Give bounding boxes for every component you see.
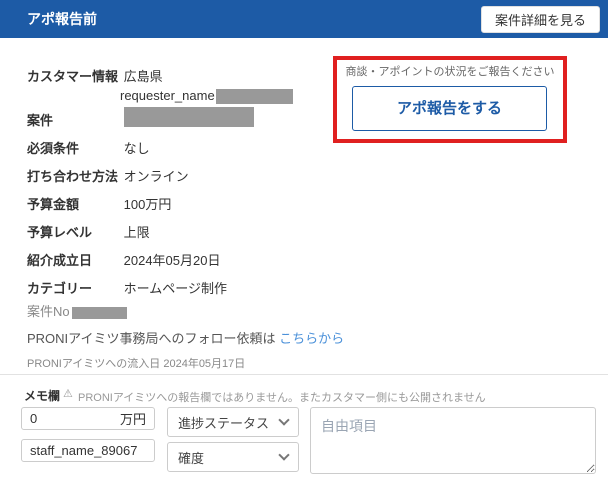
row-label: 案件 <box>27 113 54 128</box>
row-value: 100万円 <box>123 197 172 212</box>
confidence-select[interactable]: 確度 <box>167 442 299 472</box>
row-case-number: 案件No <box>27 301 127 320</box>
row-value: 上限 <box>123 225 150 240</box>
memo-notice-text: PRONIアイミツへの報告欄ではありません。またカスタマー側にも公開されません <box>78 392 486 404</box>
row-budget-amount: 予算金額 100万円 <box>27 194 171 213</box>
row-value: 広島県 <box>123 69 163 84</box>
staff-name-input[interactable] <box>22 440 154 461</box>
row-budget-level: 予算レベル 上限 <box>27 222 150 241</box>
row-customer-info: カスタマー情報 広島県 <box>27 66 163 85</box>
row-customer-name: requester_name <box>120 88 293 105</box>
row-value: オンライン <box>123 169 189 184</box>
memo-section-label: メモ欄 <box>24 389 61 403</box>
progress-status-select-label: 進捗ステータス <box>178 415 270 431</box>
row-label: カテゴリー <box>27 281 93 296</box>
follow-request-line: PRONIアイミツ事務局へのフォロー依頼は こちらから <box>27 328 344 347</box>
redaction-box <box>123 107 254 128</box>
row-label: 予算レベル <box>27 225 93 240</box>
amount-input[interactable] <box>30 411 120 426</box>
row-intro-date: 紹介成立日 2024年05月20日 <box>27 250 220 269</box>
section-divider <box>0 374 608 375</box>
row-label: 打ち合わせ方法 <box>27 169 119 184</box>
case-no-label: 案件No <box>27 304 70 319</box>
report-prompt-text: 商談・アポイントの状況をご報告ください <box>345 66 555 78</box>
row-category: カテゴリー ホームページ制作 <box>27 278 227 297</box>
requester-name-text: requester_name <box>120 88 215 103</box>
progress-status-select[interactable]: 進捗ステータス <box>167 407 299 437</box>
row-required-conditions: 必須条件 なし <box>27 138 150 157</box>
apo-report-button[interactable]: アポ報告をする <box>352 86 547 131</box>
free-text-area[interactable] <box>310 407 596 474</box>
row-value: ホームページ制作 <box>123 281 227 296</box>
amount-input-wrapper: 万円 <box>21 407 155 430</box>
follow-link[interactable]: こちらから <box>279 331 344 346</box>
redaction-box <box>71 306 127 319</box>
row-label: 紹介成立日 <box>27 253 93 268</box>
row-value: 2024年05月20日 <box>123 253 221 268</box>
case-detail-button[interactable]: 案件詳細を見る <box>480 6 600 33</box>
row-label: カスタマー情報 <box>27 69 119 84</box>
chevron-down-icon <box>278 449 290 461</box>
staff-name-input-wrapper <box>21 439 155 462</box>
row-label: 予算金額 <box>27 197 80 212</box>
confidence-select-label: 確度 <box>178 450 205 466</box>
chevron-down-icon <box>278 414 290 426</box>
amount-unit-label: 万円 <box>119 412 146 427</box>
row-meeting-method: 打ち合わせ方法 オンライン <box>27 166 189 185</box>
warning-icon: ⚠ <box>63 388 73 400</box>
row-label: 必須条件 <box>27 141 80 156</box>
inflow-date-line: PRONIアイミツへの流入日 2024年05月17日 <box>27 358 246 370</box>
apo-report-page: アポ報告前 案件詳細を見る カスタマー情報 広島県 requester_name… <box>0 0 608 482</box>
page-title: アポ報告前 <box>27 11 97 27</box>
follow-text: PRONIアイミツ事務局へのフォロー依頼は <box>27 331 280 346</box>
row-value: なし <box>123 141 150 156</box>
header-bar: アポ報告前 案件詳細を見る <box>0 0 608 38</box>
redaction-box <box>215 89 293 105</box>
row-case: 案件 <box>27 107 254 129</box>
